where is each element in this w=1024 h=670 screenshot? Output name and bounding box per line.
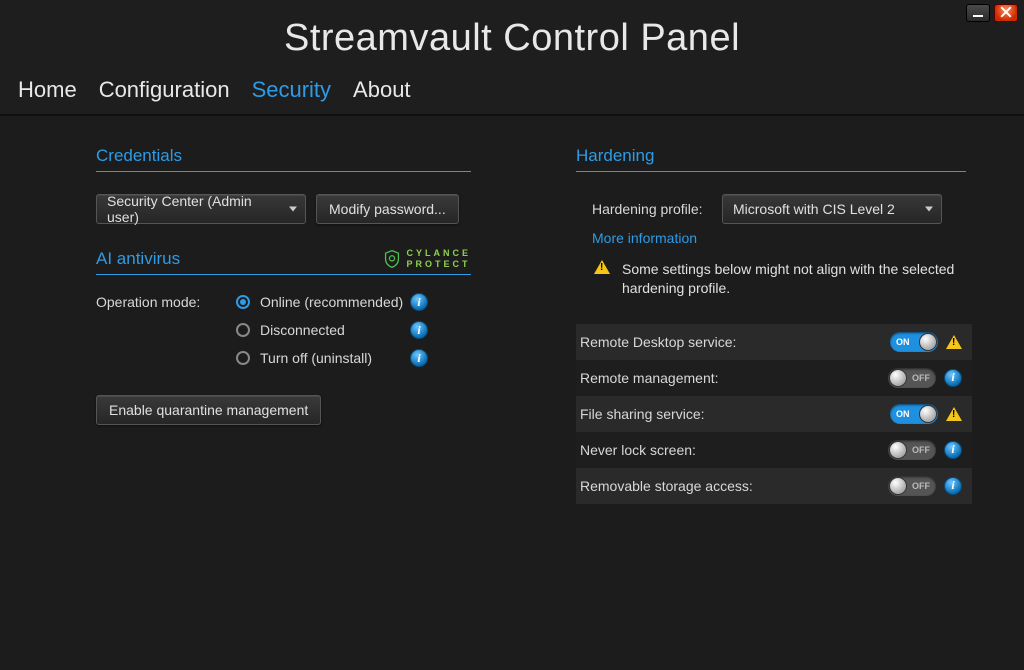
cylance-logo: CYLANCE PROTECT xyxy=(384,248,471,270)
toggle-text: OFF xyxy=(912,445,930,455)
warning-icon xyxy=(594,260,610,274)
toggle-knob xyxy=(889,369,907,387)
nav-security[interactable]: Security xyxy=(252,76,331,104)
hardening-profile-row: Hardening profile: Microsoft with CIS Le… xyxy=(592,194,972,224)
modify-password-label: Modify password... xyxy=(329,201,446,217)
toggle-knob xyxy=(919,405,937,423)
content: Credentials Security Center (Admin user)… xyxy=(0,116,1024,504)
close-button[interactable] xyxy=(994,4,1018,22)
radio-online-label[interactable]: Online (recommended) xyxy=(260,294,410,310)
toggle-text: OFF xyxy=(912,373,930,383)
modify-password-button[interactable]: Modify password... xyxy=(316,194,459,224)
setting-label: File sharing service: xyxy=(580,406,882,422)
info-icon[interactable]: i xyxy=(944,369,962,387)
setting-label: Remote management: xyxy=(580,370,880,386)
chevron-down-icon xyxy=(925,207,933,212)
warning-icon xyxy=(946,407,962,421)
nav-configuration[interactable]: Configuration xyxy=(99,76,230,104)
window-controls xyxy=(966,4,1018,22)
hardening-heading: Hardening xyxy=(576,146,966,172)
close-icon xyxy=(1000,5,1012,21)
hardening-warning-text: Some settings below might not align with… xyxy=(622,260,967,298)
setting-label: Never lock screen: xyxy=(580,442,880,458)
hardening-profile-label: Hardening profile: xyxy=(592,201,712,217)
nav-bar: Home Configuration Security About xyxy=(0,76,1024,116)
nav-about[interactable]: About xyxy=(353,76,411,104)
setting-remote-desktop: Remote Desktop service: ON xyxy=(576,324,972,360)
shield-icon xyxy=(384,250,400,268)
more-information-link[interactable]: More information xyxy=(592,230,972,246)
toggle-remote-management[interactable]: OFF xyxy=(888,368,936,388)
chevron-down-icon xyxy=(289,207,297,212)
toggle-text: ON xyxy=(896,409,910,419)
hardening-warning: Some settings below might not align with… xyxy=(592,260,967,298)
operation-mode-label: Operation mode: xyxy=(96,294,236,310)
hardening-profile-value: Microsoft with CIS Level 2 xyxy=(733,201,895,217)
antivirus-underline xyxy=(96,274,471,275)
info-icon[interactable]: i xyxy=(410,321,428,339)
info-icon[interactable]: i xyxy=(944,477,962,495)
setting-label: Removable storage access: xyxy=(580,478,880,494)
enable-quarantine-button[interactable]: Enable quarantine management xyxy=(96,395,321,425)
enable-quarantine-label: Enable quarantine management xyxy=(109,402,308,418)
title-bar: Streamvault Control Panel xyxy=(0,0,1024,76)
radio-disconnected-label[interactable]: Disconnected xyxy=(260,322,410,338)
antivirus-heading: AI antivirus xyxy=(96,249,180,269)
account-dropdown[interactable]: Security Center (Admin user) xyxy=(96,194,306,224)
info-icon[interactable]: i xyxy=(944,441,962,459)
warning-icon xyxy=(946,335,962,349)
toggle-text: ON xyxy=(896,337,910,347)
setting-removable-storage: Removable storage access: OFF i xyxy=(576,468,972,504)
toggle-remote-desktop[interactable]: ON xyxy=(890,332,938,352)
toggle-text: OFF xyxy=(912,481,930,491)
radio-online[interactable] xyxy=(236,295,250,309)
credentials-heading: Credentials xyxy=(96,146,471,172)
toggle-never-lock[interactable]: OFF xyxy=(888,440,936,460)
credentials-row: Security Center (Admin user) Modify pass… xyxy=(96,194,496,224)
info-icon[interactable]: i xyxy=(410,293,428,311)
toggle-removable-storage[interactable]: OFF xyxy=(888,476,936,496)
cylance-line1: CYLANCE xyxy=(406,248,471,259)
radio-disconnected[interactable] xyxy=(236,323,250,337)
info-icon[interactable]: i xyxy=(410,349,428,367)
left-column: Credentials Security Center (Admin user)… xyxy=(96,146,496,504)
minimize-icon xyxy=(973,15,983,17)
toggle-file-sharing[interactable]: ON xyxy=(890,404,938,424)
hardening-profile-dropdown[interactable]: Microsoft with CIS Level 2 xyxy=(722,194,942,224)
hardening-settings-list: Remote Desktop service: ON Remote manage… xyxy=(576,324,972,504)
setting-file-sharing: File sharing service: ON xyxy=(576,396,972,432)
setting-never-lock: Never lock screen: OFF i xyxy=(576,432,972,468)
radio-turnoff[interactable] xyxy=(236,351,250,365)
operation-mode-group: Operation mode: Online (recommended) i D… xyxy=(96,293,496,367)
cylance-line2: PROTECT xyxy=(406,259,471,270)
setting-remote-management: Remote management: OFF i xyxy=(576,360,972,396)
toggle-knob xyxy=(919,333,937,351)
account-dropdown-value: Security Center (Admin user) xyxy=(107,193,279,225)
app-title: Streamvault Control Panel xyxy=(284,17,740,60)
radio-turnoff-label[interactable]: Turn off (uninstall) xyxy=(260,350,410,366)
nav-home[interactable]: Home xyxy=(18,76,77,104)
setting-label: Remote Desktop service: xyxy=(580,334,882,350)
right-column: Hardening Hardening profile: Microsoft w… xyxy=(576,146,972,504)
toggle-knob xyxy=(889,477,907,495)
toggle-knob xyxy=(889,441,907,459)
minimize-button[interactable] xyxy=(966,4,990,22)
